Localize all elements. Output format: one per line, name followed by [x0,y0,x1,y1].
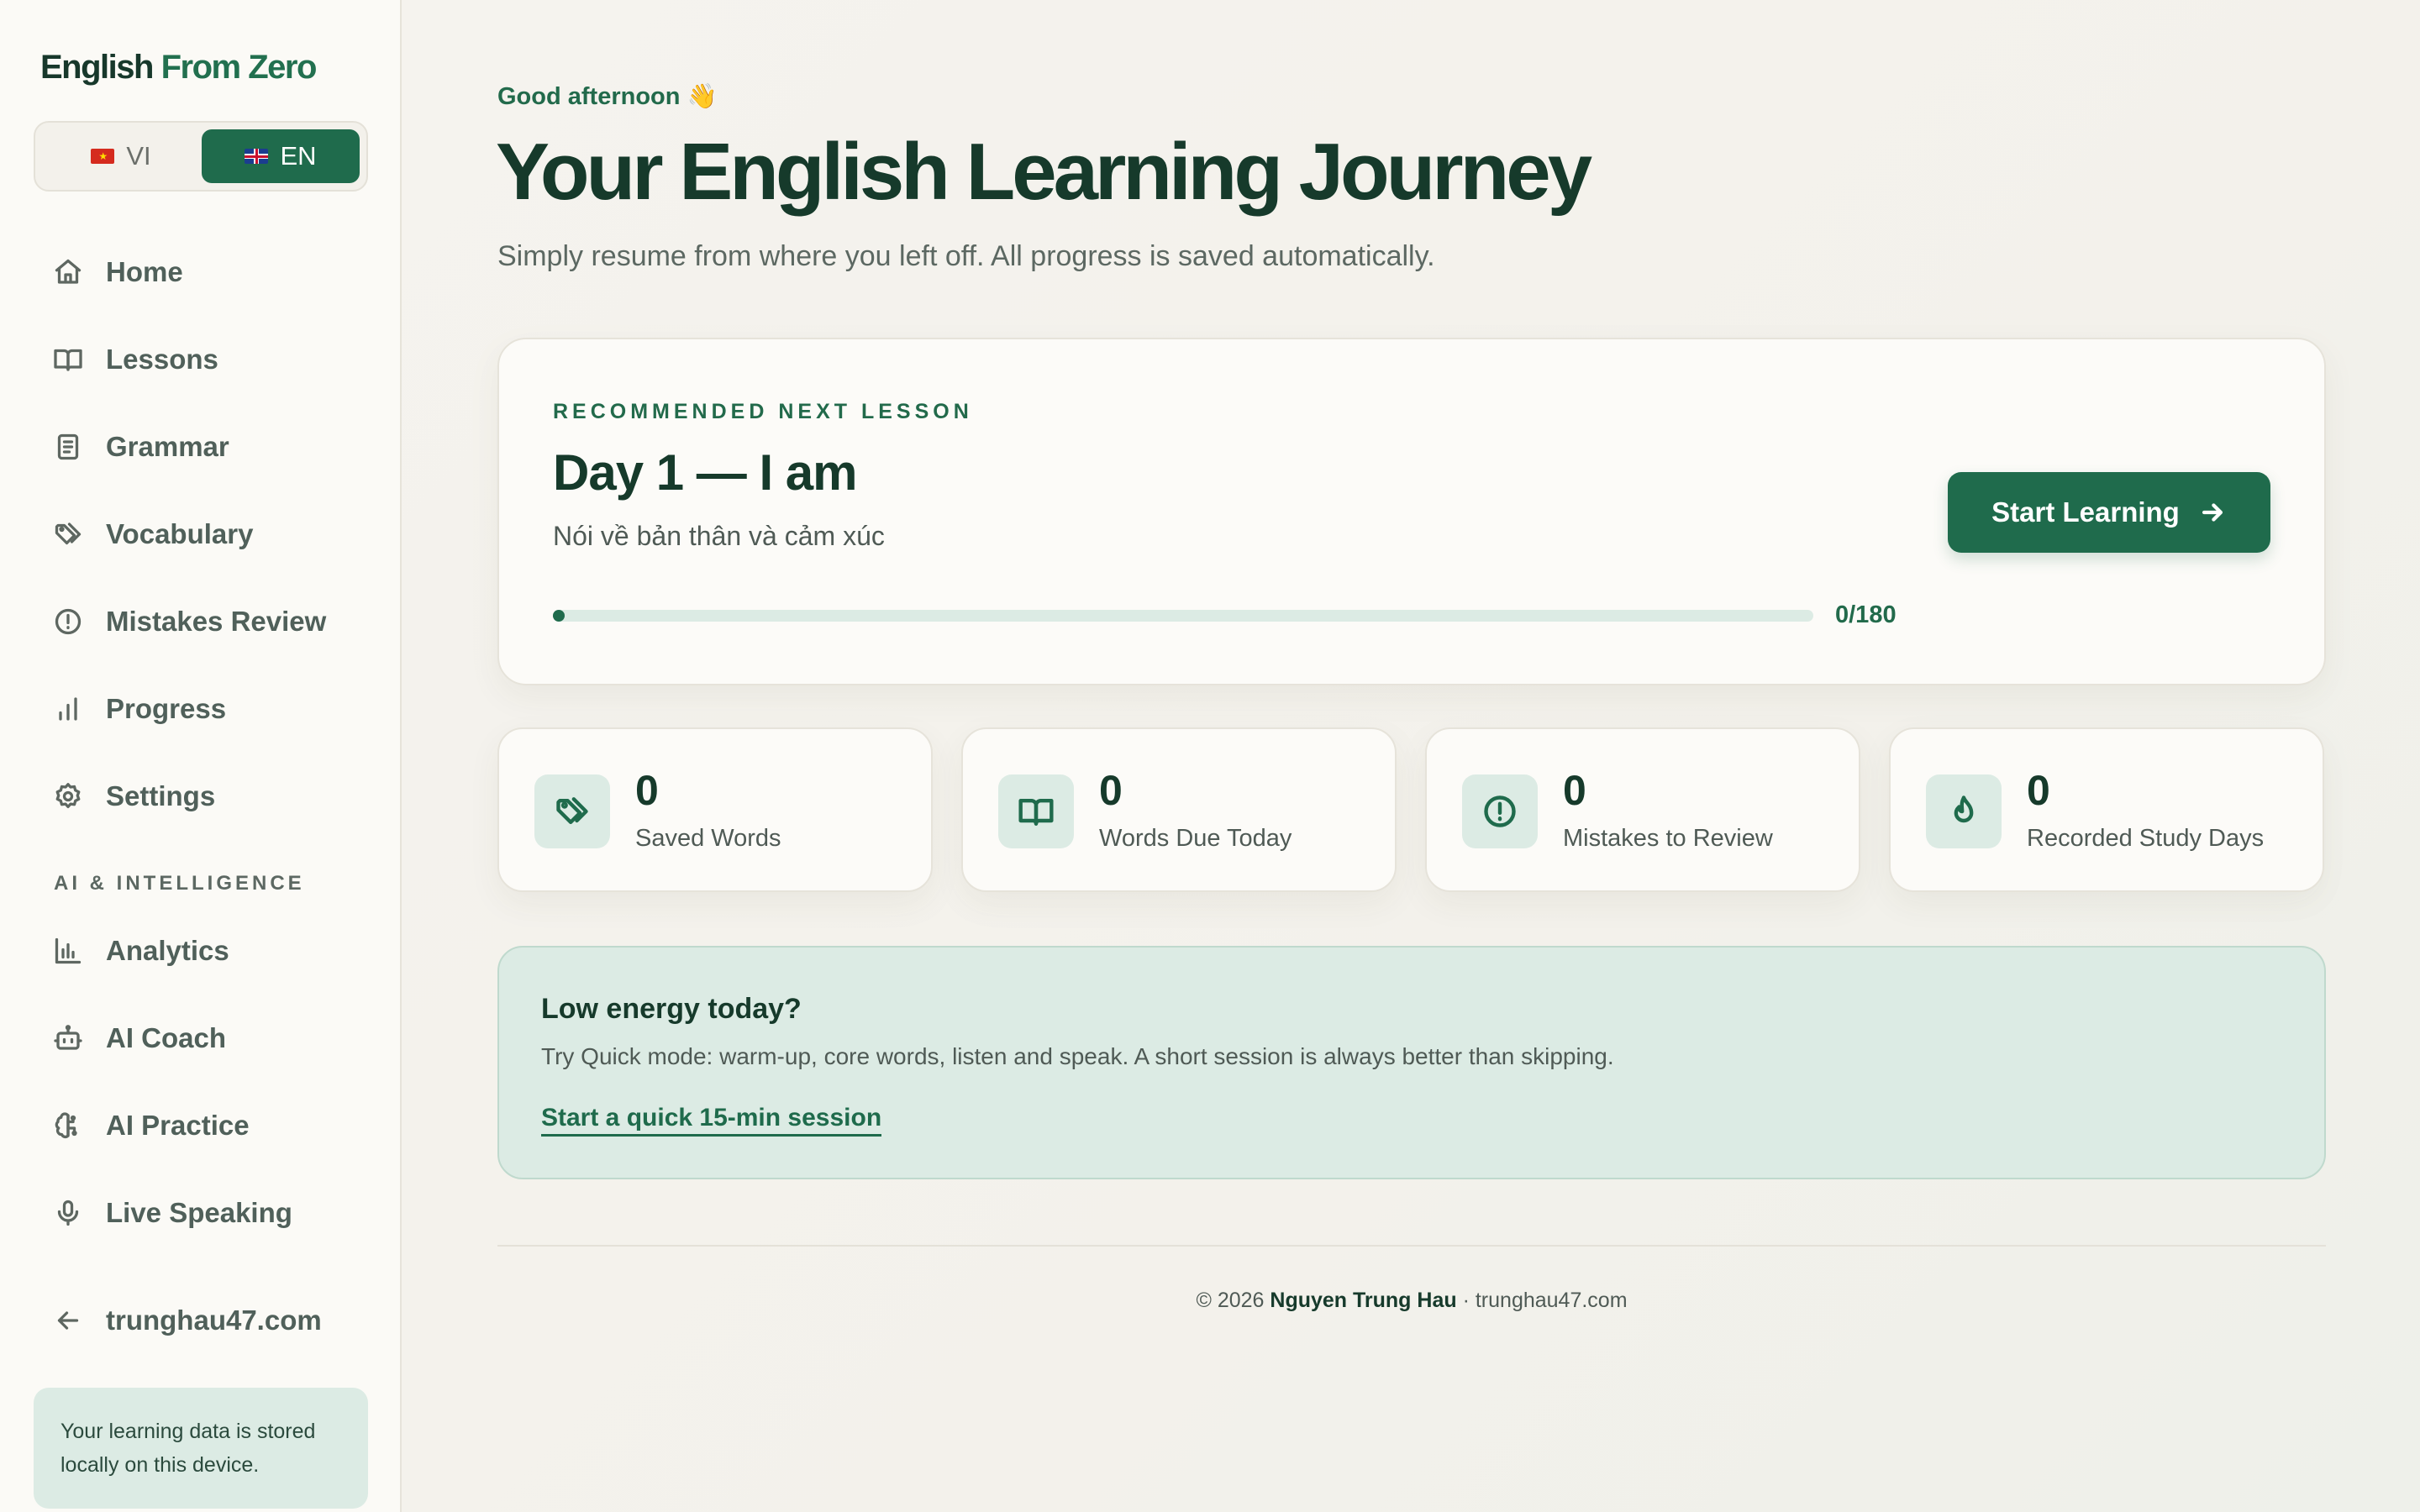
home-icon [52,256,84,288]
lesson-progress-text: 0/180 [1835,601,1897,628]
stat-label: Words Due Today [1099,825,1292,852]
lesson-description: Nói về bản thân và cảm xúc [553,521,885,551]
sidebar-item-progress[interactable]: Progress [34,675,368,743]
microphone-icon [52,1197,84,1229]
sidebar-item-label: AI Practice [106,1110,250,1141]
book-open-icon [52,344,84,375]
page-subtitle: Simply resume from where you left off. A… [497,240,1435,272]
gear-icon [52,780,84,812]
alert-circle-icon [52,606,84,638]
stat-card-saved-words[interactable]: 0 Saved Words [497,727,933,892]
stat-label: Saved Words [635,825,781,852]
sidebar-item-label: AI Coach [106,1022,227,1053]
sidebar-item-lessons[interactable]: Lessons [34,326,368,393]
quick-mode-banner: Low energy today? Try Quick mode: warm-u… [497,946,2326,1179]
sidebar-item-label: Live Speaking [106,1197,292,1228]
quick-mode-title: Low energy today? [541,993,802,1025]
brand-logo[interactable]: English From Zero [40,49,318,87]
stat-card-words-due[interactable]: 0 Words Due Today [961,727,1397,892]
sidebar-item-label: Lessons [106,344,218,375]
back-to-site-label: trunghau47.com [106,1305,322,1336]
tags-icon [52,518,84,550]
sidebar-item-live-speaking[interactable]: Live Speaking [34,1179,368,1247]
sidebar-item-vocabulary[interactable]: Vocabulary [34,501,368,568]
language-vi-button[interactable]: VI [42,129,200,183]
footer-author: Nguyen Trung Hau [1270,1289,1457,1312]
greeting: Good afternoon 👋 [497,83,718,110]
stat-value: 0 [1563,767,1586,814]
vietnam-flag-icon [91,149,115,164]
sidebar-item-ai-practice[interactable]: AI Practice [34,1092,368,1159]
sidebar-item-mistakes-review[interactable]: Mistakes Review [34,588,368,655]
recommended-eyebrow: RECOMMENDED NEXT LESSON [553,400,973,423]
brain-icon [52,1110,84,1142]
sidebar-item-home[interactable]: Home [34,239,368,306]
uk-flag-icon [245,149,269,164]
sidebar-item-settings[interactable]: Settings [34,763,368,830]
bar-chart-icon [52,693,84,725]
footer-divider [497,1245,2326,1247]
footer-site-link[interactable]: trunghau47.com [1476,1289,1628,1312]
language-switch: VI EN [34,121,368,192]
sidebar-item-label: Mistakes Review [106,606,327,637]
brand-accent: From Zero [160,49,318,86]
sidebar-item-analytics[interactable]: Analytics [34,917,368,984]
page-title: Your English Learning Journey [496,127,1592,217]
robot-icon [52,1022,84,1054]
storage-note: Your learning data is stored locally on … [34,1388,368,1509]
book-open-icon [998,774,1074,848]
arrow-left-icon [52,1305,84,1336]
sidebar-item-label: Home [106,256,183,287]
brand-main: English [40,49,154,86]
stat-card-mistakes[interactable]: 0 Mistakes to Review [1425,727,1860,892]
sidebar-item-label: Progress [106,693,227,724]
stat-card-study-days[interactable]: 0 Recorded Study Days [1889,727,2324,892]
sidebar-item-label: Vocabulary [106,518,254,549]
lesson-progress-fill [553,610,565,622]
analytics-icon [52,935,84,967]
stat-label: Recorded Study Days [2027,825,2265,852]
sidebar-item-label: Grammar [106,431,229,462]
flame-icon [1926,774,2002,848]
stat-label: Mistakes to Review [1563,825,1773,852]
tag-icon [534,774,610,848]
back-to-site-link[interactable]: trunghau47.com [34,1287,368,1354]
sidebar-item-grammar[interactable]: Grammar [34,413,368,480]
lesson-title: Day 1 — I am [553,444,858,501]
start-learning-button[interactable]: Start Learning [1948,472,2270,553]
stat-value: 0 [1099,767,1123,814]
footer-copyright: © 2026 [1196,1289,1265,1312]
sidebar-item-ai-coach[interactable]: AI Coach [34,1005,368,1072]
stat-value: 0 [2027,767,2050,814]
quick-session-link[interactable]: Start a quick 15-min session [541,1104,882,1137]
language-en-label: EN [280,141,317,171]
main-content: Good afternoon 👋 Your English Learning J… [402,0,2420,1512]
alert-circle-icon [1462,774,1538,848]
sidebar-item-label: Analytics [106,935,229,966]
arrow-right-icon [2202,503,2223,522]
stat-value: 0 [635,767,659,814]
notebook-icon [52,431,84,463]
start-learning-label: Start Learning [1991,496,2180,528]
recommended-lesson-card: RECOMMENDED NEXT LESSON Day 1 — I am Nói… [497,338,2326,685]
lesson-progress-bar [553,610,1813,622]
language-en-button[interactable]: EN [202,129,360,183]
quick-mode-text: Try Quick mode: warm-up, core words, lis… [541,1043,1614,1069]
footer-separator: · [1462,1289,1470,1312]
sidebar-item-label: Settings [106,780,216,811]
section-label-ai: AI & INTELLIGENCE [54,872,305,895]
sidebar: English From Zero VI EN Home Lessons Gra… [0,0,402,1512]
footer: © 2026 Nguyen Trung Hau · trunghau47.com [497,1289,2326,1313]
language-vi-label: VI [126,141,151,171]
